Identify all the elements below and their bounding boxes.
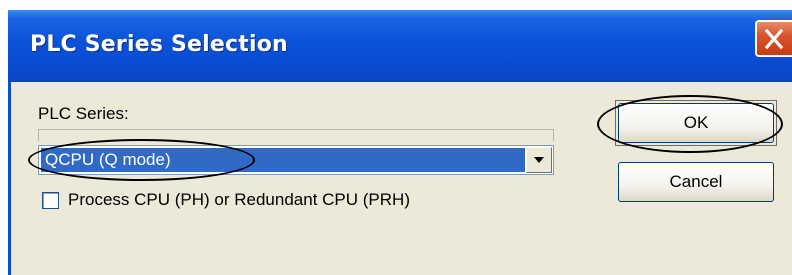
- chevron-down-icon: [534, 157, 544, 163]
- cancel-button[interactable]: Cancel: [618, 162, 774, 202]
- title-bar[interactable]: PLC Series Selection: [8, 10, 792, 82]
- close-x-icon: [764, 28, 784, 50]
- dropdown-button[interactable]: [526, 147, 552, 173]
- ok-button[interactable]: OK: [618, 103, 774, 143]
- process-cpu-checkbox[interactable]: [42, 192, 59, 209]
- dialog-title: PLC Series Selection: [30, 32, 288, 57]
- plc-series-label: PLC Series:: [38, 104, 129, 123]
- process-cpu-checkbox-label[interactable]: Process CPU (PH) or Redundant CPU (PRH): [68, 190, 410, 210]
- plc-series-selected-value[interactable]: QCPU (Q mode): [41, 148, 525, 172]
- close-button[interactable]: [755, 20, 792, 57]
- combo-frame: [38, 129, 554, 141]
- plc-series-dropdown[interactable]: QCPU (Q mode): [38, 145, 554, 175]
